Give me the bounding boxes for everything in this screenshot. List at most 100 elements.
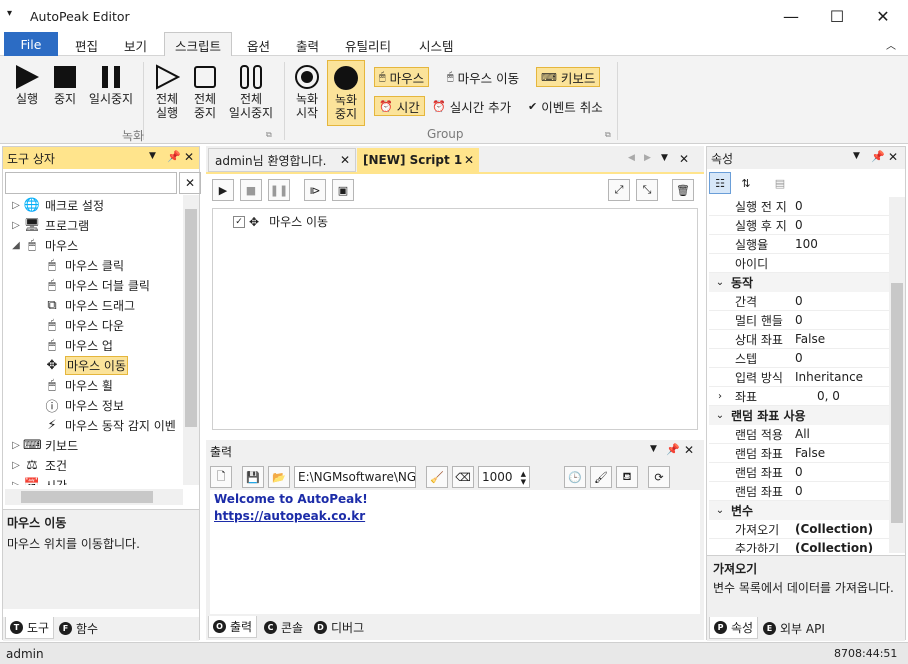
- property-row[interactable]: 간격 0: [709, 292, 889, 311]
- log-link[interactable]: https://autopeak.co.kr: [214, 509, 696, 523]
- menu-utility[interactable]: 유틸리티: [345, 36, 391, 55]
- close-icon[interactable]: ✕: [340, 153, 350, 167]
- dropdown-icon[interactable]: ▼: [661, 153, 668, 163]
- tab-external-api[interactable]: E 외부 API: [759, 617, 829, 639]
- pause-icon[interactable]: ❚❚: [268, 179, 290, 201]
- tree-item[interactable]: ⧉ 마우스 드래그: [9, 295, 181, 315]
- property-value[interactable]: 0: [791, 484, 803, 498]
- minimize-button[interactable]: —: [768, 0, 814, 32]
- scroll-left-icon[interactable]: ◀: [628, 153, 635, 163]
- property-category[interactable]: ⌄ 동작: [709, 273, 889, 292]
- expand-icon[interactable]: ⤢: [608, 179, 630, 201]
- property-row[interactable]: › 좌표 0, 0: [709, 387, 889, 406]
- event-cancel-toggle[interactable]: ✔ 이벤트 취소: [524, 96, 607, 116]
- property-value[interactable]: Inheritance: [791, 370, 863, 384]
- menu-system[interactable]: 시스템: [419, 36, 454, 55]
- file-menu[interactable]: File: [4, 32, 58, 56]
- time-record-toggle[interactable]: ⏰ 시간: [374, 96, 425, 116]
- close-icon[interactable]: ✕: [464, 153, 474, 167]
- property-row[interactable]: 실행 후 지 0: [709, 216, 889, 235]
- dialog-launcher-icon[interactable]: ⧉: [605, 130, 611, 140]
- property-value[interactable]: False: [791, 332, 825, 346]
- close-icon[interactable]: ✕: [679, 152, 689, 166]
- tab-output[interactable]: O 출력: [208, 616, 258, 638]
- expand-chevron-icon[interactable]: ›: [709, 391, 731, 402]
- step-play-icon[interactable]: ⧐: [304, 179, 326, 201]
- expander-icon[interactable]: ▷: [9, 220, 23, 231]
- property-row[interactable]: 입력 방식 Inheritance: [709, 368, 889, 387]
- pin-icon[interactable]: 📌: [666, 443, 680, 456]
- expander-icon[interactable]: ▷: [9, 460, 23, 471]
- tab-properties[interactable]: P 속성: [709, 617, 759, 639]
- dropdown-icon[interactable]: ▼: [650, 444, 657, 454]
- tree-item[interactable]: ◢ 🖱 마우스: [9, 235, 181, 255]
- mouse-record-toggle[interactable]: 🖱 마우스: [374, 67, 430, 87]
- tab-tools[interactable]: T 도구: [5, 617, 55, 639]
- close-button[interactable]: ✕: [860, 0, 906, 32]
- property-value[interactable]: All: [791, 427, 810, 441]
- tab-welcome[interactable]: admin님 환영합니다. ✕: [208, 148, 356, 172]
- dialog-launcher-icon[interactable]: ⧉: [266, 130, 272, 140]
- checkbox[interactable]: ✓: [233, 215, 245, 228]
- property-pages-icon[interactable]: ▤: [769, 172, 791, 194]
- tab-debug[interactable]: D 디버그: [310, 616, 368, 638]
- realtime-add-toggle[interactable]: ⏰ 실시간 추가: [428, 96, 515, 116]
- property-row[interactable]: 추가하기 (Collection): [709, 539, 889, 553]
- folder-icon[interactable]: 📂: [268, 466, 290, 488]
- tree-item[interactable]: 🖱 마우스 다운: [9, 315, 181, 335]
- close-icon[interactable]: ✕: [888, 150, 898, 164]
- collapse-icon[interactable]: ⤡: [636, 179, 658, 201]
- property-row[interactable]: 멀티 핸들 0: [709, 311, 889, 330]
- play-icon[interactable]: ▶: [212, 179, 234, 201]
- property-scrollbar[interactable]: [889, 197, 905, 553]
- dropdown-icon[interactable]: ▼: [853, 151, 860, 161]
- record-start-button[interactable]: 녹화 시작: [289, 62, 325, 120]
- expander-icon[interactable]: ◢: [9, 240, 23, 251]
- tree-item[interactable]: ▷ 🖥 프로그램: [9, 215, 181, 235]
- pin-icon[interactable]: 📌: [167, 150, 181, 163]
- list-item[interactable]: ✓ ✥ 마우스 이동: [233, 213, 328, 230]
- tree-item[interactable]: 🖱 마우스 휠: [9, 375, 181, 395]
- refresh-icon[interactable]: ⟳: [648, 466, 670, 488]
- collapse-chevron-icon[interactable]: ⌄: [709, 505, 731, 516]
- menu-options[interactable]: 옵션: [247, 36, 270, 55]
- property-value[interactable]: 0: [791, 218, 803, 232]
- property-row[interactable]: 상대 좌표 False: [709, 330, 889, 349]
- property-value[interactable]: 0: [791, 465, 803, 479]
- close-icon[interactable]: ✕: [184, 150, 194, 164]
- stop-all-button[interactable]: 전체 중지: [186, 62, 224, 120]
- tree-item[interactable]: ✥ 마우스 이동: [9, 355, 181, 375]
- tree-item[interactable]: ▷ 🌐 매크로 설정: [9, 195, 181, 215]
- keyboard-record-toggle[interactable]: ⌨ 키보드: [536, 67, 601, 87]
- property-row[interactable]: 랜덤 좌표 0: [709, 463, 889, 482]
- tab-console[interactable]: C 콘솔: [260, 616, 307, 638]
- run-all-button[interactable]: 전체 실행: [148, 62, 186, 120]
- scroll-right-icon[interactable]: ▶: [644, 153, 651, 163]
- new-file-icon[interactable]: 🗋: [210, 466, 232, 488]
- expander-icon[interactable]: ▷: [9, 480, 23, 486]
- property-value[interactable]: (Collection): [791, 522, 873, 536]
- clock-icon[interactable]: 🕒: [564, 466, 586, 488]
- stop-icon[interactable]: ■: [240, 179, 262, 201]
- tree-item[interactable]: ▷ ⚖ 조건: [9, 455, 181, 475]
- paint-bucket-icon[interactable]: ⛾: [616, 466, 638, 488]
- property-value[interactable]: 0: [791, 294, 803, 308]
- clear-search-button[interactable]: ✕: [179, 172, 201, 194]
- property-row[interactable]: 스텝 0: [709, 349, 889, 368]
- expander-icon[interactable]: ▷: [9, 200, 23, 211]
- menu-view[interactable]: 보기: [124, 36, 147, 55]
- property-value[interactable]: 100: [791, 237, 818, 251]
- collapse-chevron-icon[interactable]: ⌄: [709, 410, 731, 421]
- categorized-icon[interactable]: ☷: [709, 172, 731, 194]
- tab-functions[interactable]: F 함수: [55, 617, 102, 639]
- collapse-chevron-icon[interactable]: ⌄: [709, 277, 731, 288]
- stop-button[interactable]: 중지: [48, 62, 82, 106]
- property-row[interactable]: 랜덤 좌표 0: [709, 482, 889, 501]
- pause-all-button[interactable]: 전체 일시중지: [226, 62, 276, 120]
- tree-item[interactable]: 🖱 마우스 업: [9, 335, 181, 355]
- tree-item[interactable]: 🖱 마우스 더블 클릭: [9, 275, 181, 295]
- log-path-input[interactable]: E:\NGMsoftware\NG: [294, 466, 416, 488]
- record-stop-button[interactable]: 녹화 중지: [327, 60, 365, 126]
- close-icon[interactable]: ✕: [684, 443, 694, 457]
- tree-item[interactable]: ▷ ⌨ 키보드: [9, 435, 181, 455]
